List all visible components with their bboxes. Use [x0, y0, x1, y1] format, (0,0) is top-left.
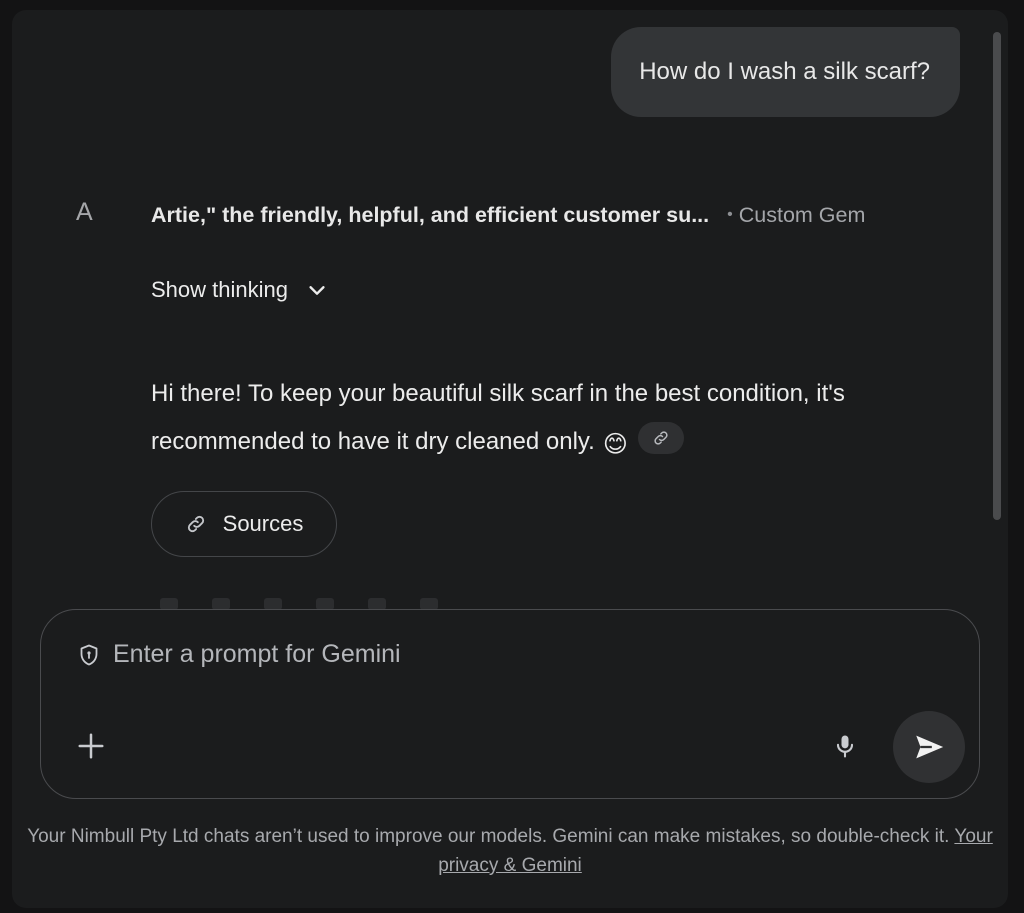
- chevron-down-icon: [309, 286, 325, 295]
- send-icon: [916, 735, 944, 759]
- prompt-composer: [40, 609, 980, 799]
- user-message-bubble: How do I wash a silk scarf?: [611, 27, 960, 117]
- disclaimer-text: Your Nimbull Pty Ltd chats aren’t used t…: [27, 826, 950, 847]
- prompt-input[interactable]: [113, 640, 813, 669]
- scrollbar[interactable]: [990, 32, 1004, 532]
- sources-button[interactable]: Sources: [151, 491, 337, 557]
- scrollbar-thumb[interactable]: [993, 32, 1001, 520]
- gem-avatar: A: [76, 198, 93, 226]
- plus-icon: [78, 733, 104, 759]
- shield-icon: [80, 644, 98, 665]
- response-header: Artie," the friendly, helpful, and effic…: [151, 200, 966, 230]
- sources-label: Sources: [222, 511, 304, 536]
- send-button[interactable]: [893, 711, 965, 783]
- chat-window: How do I wash a silk scarf? A Artie," th…: [12, 10, 1008, 908]
- show-thinking-toggle[interactable]: Show thinking: [151, 274, 328, 306]
- smile-emoji: 😊: [602, 431, 628, 458]
- prompt-row: [77, 640, 813, 669]
- user-message-text: How do I wash a silk scarf?: [639, 58, 930, 85]
- link-icon: [187, 515, 204, 533]
- add-attachment-button[interactable]: [75, 730, 107, 762]
- show-thinking-label: Show thinking: [151, 277, 288, 302]
- gem-type-label: Custom Gem: [738, 202, 866, 227]
- link-icon: [654, 431, 668, 445]
- microphone-button[interactable]: [829, 730, 861, 762]
- response-text: Hi there! To keep your beautiful silk sc…: [151, 380, 845, 455]
- model-response: Hi there! To keep your beautiful silk sc…: [151, 370, 961, 469]
- gem-separator: •: [727, 206, 733, 223]
- gem-name: Artie," the friendly, helpful, and effic…: [151, 202, 710, 227]
- footer-disclaimer: Your Nimbull Pty Ltd chats aren’t used t…: [12, 822, 1008, 880]
- microphone-icon: [836, 735, 854, 758]
- citation-chip[interactable]: [637, 422, 684, 454]
